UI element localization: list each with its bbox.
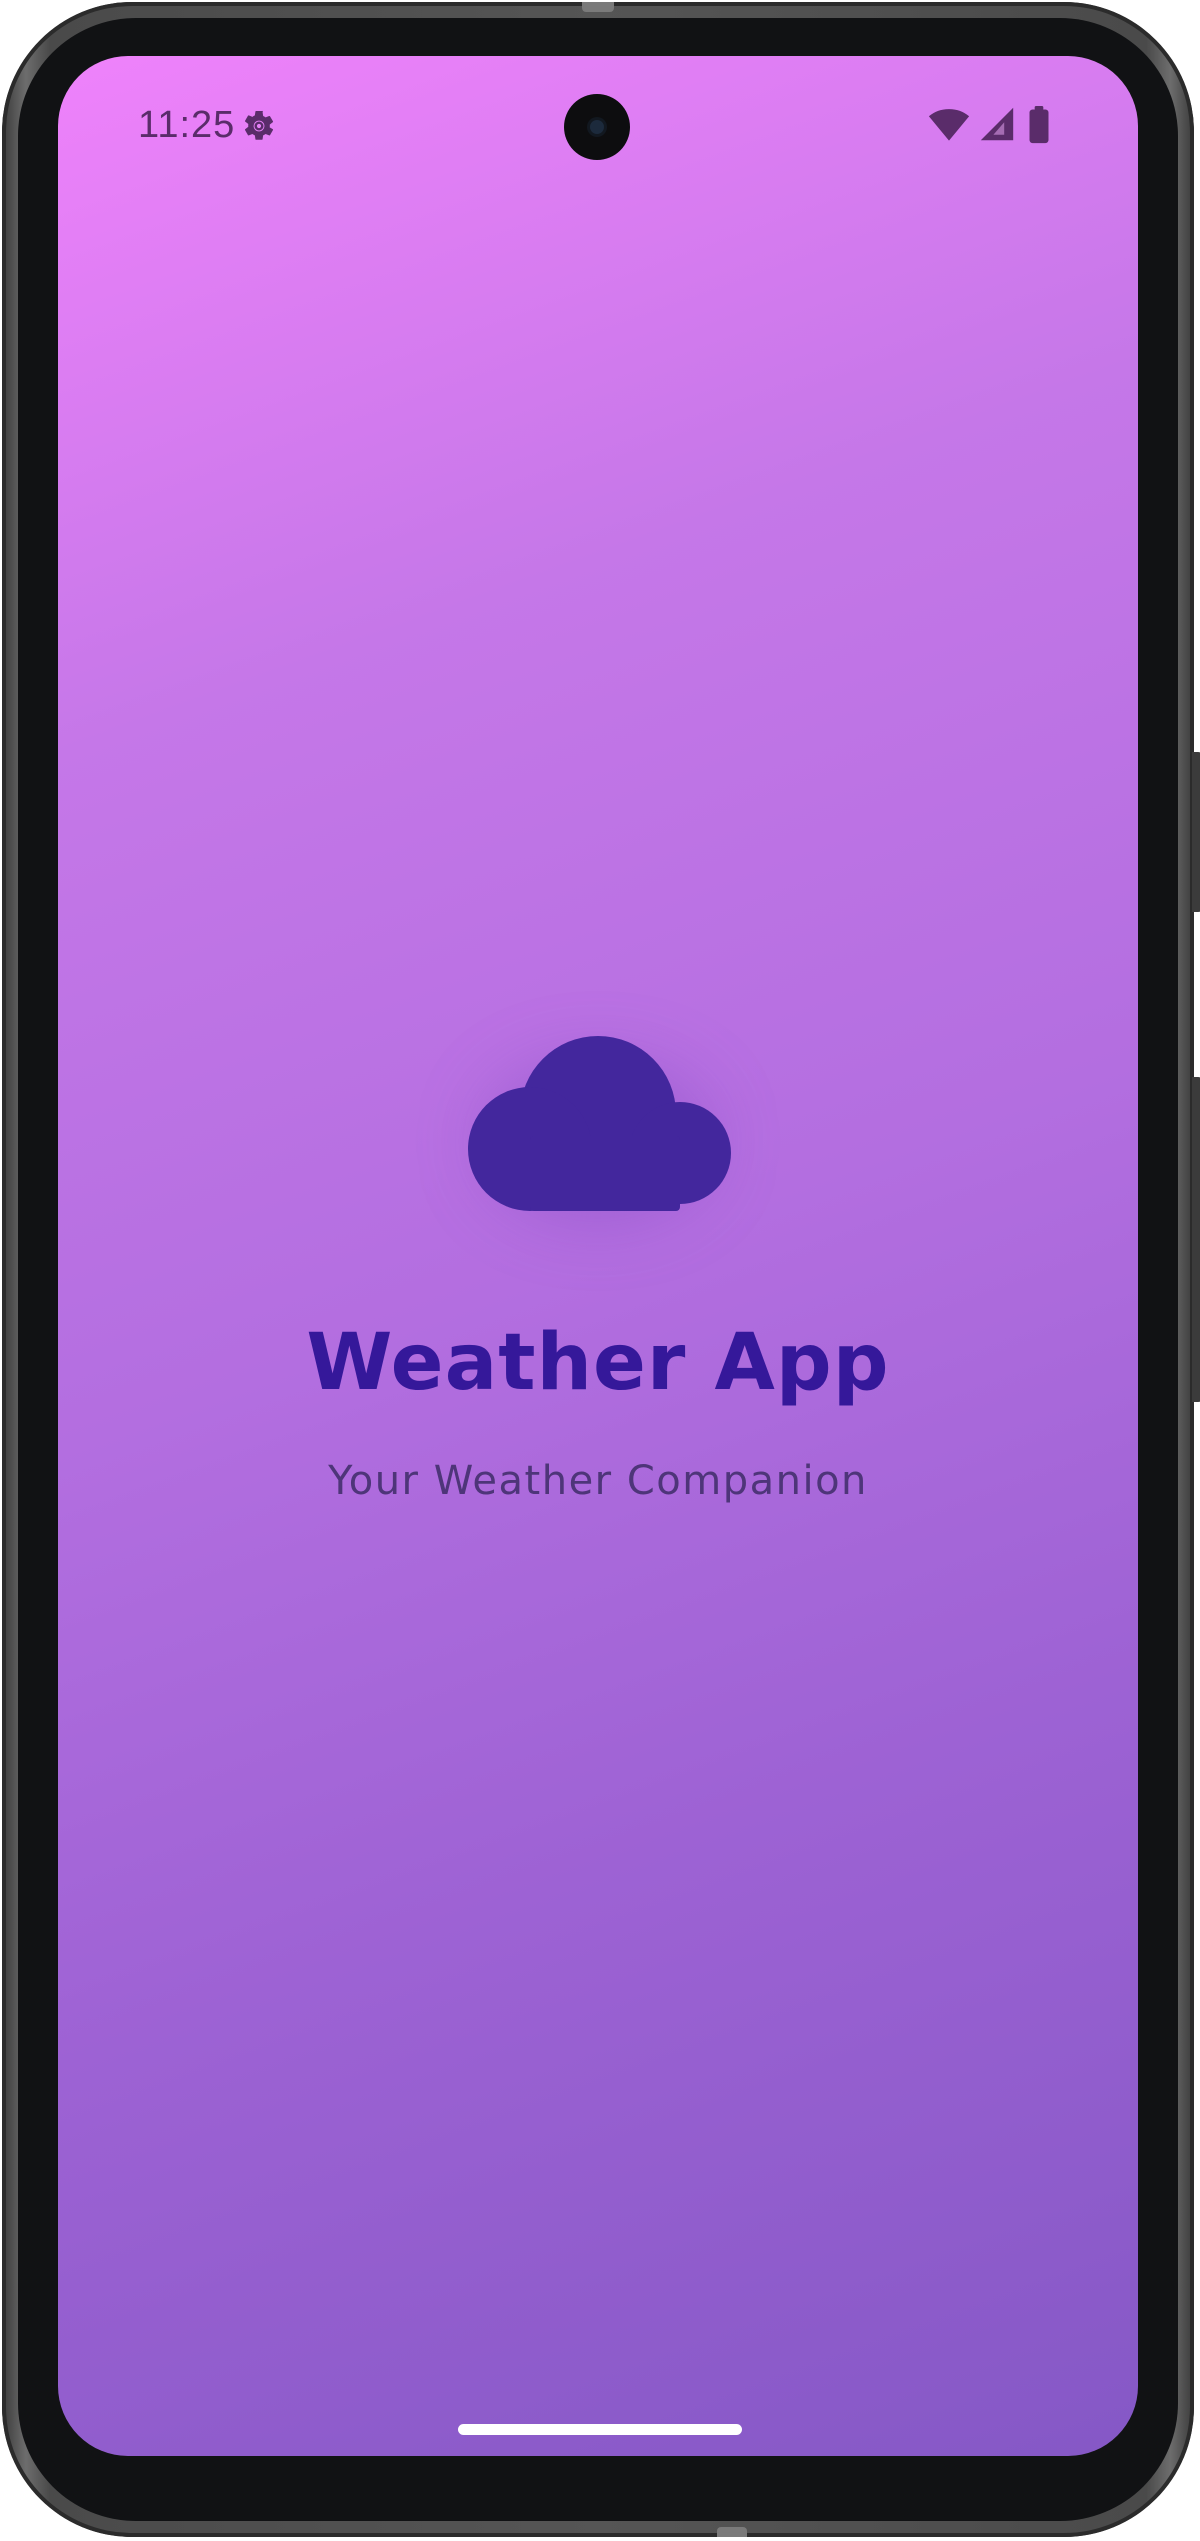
- screen: 11:25 Weather App Your Weather Companion: [58, 56, 1138, 2456]
- gear-icon: [244, 110, 274, 140]
- status-time: 11:25: [138, 104, 236, 146]
- status-bar: 11:25: [58, 56, 1138, 196]
- power-button[interactable]: [1192, 752, 1200, 912]
- front-camera: [564, 94, 630, 160]
- cellular-signal-icon: [980, 107, 1014, 141]
- volume-button[interactable]: [1192, 1077, 1200, 1402]
- frame-top-detail: [582, 2, 614, 12]
- home-indicator[interactable]: [458, 2424, 742, 2435]
- cloud-icon: [468, 1036, 731, 1211]
- battery-icon: [1029, 106, 1049, 144]
- app-subtitle: Your Weather Companion: [328, 1458, 868, 1504]
- status-icons: [928, 106, 1068, 146]
- app-logo: [458, 1036, 738, 1236]
- app-title: Weather App: [306, 1318, 890, 1408]
- frame-bottom-detail: [717, 2527, 747, 2537]
- wifi-icon: [928, 109, 970, 141]
